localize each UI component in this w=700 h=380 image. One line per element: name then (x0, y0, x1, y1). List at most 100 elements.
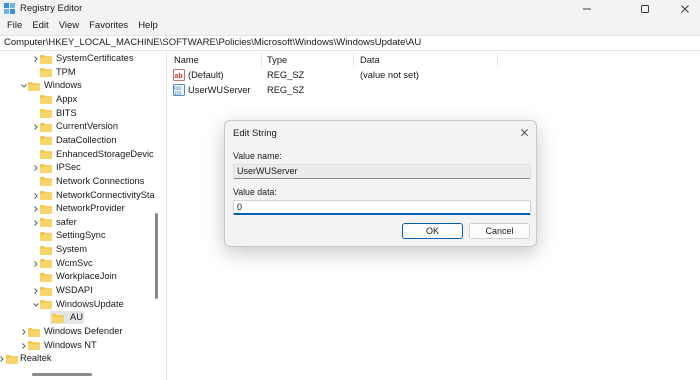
folder-icon (40, 122, 52, 132)
tree-item-windowsupdate[interactable]: WindowsUpdate (0, 298, 158, 312)
title-bar[interactable]: Registry Editor (0, 0, 700, 17)
chevron-right-icon[interactable] (32, 219, 40, 227)
folder-icon (40, 286, 52, 296)
dialog-title: Edit String (233, 128, 277, 139)
chevron-right-icon[interactable] (32, 192, 40, 200)
folder-icon (40, 95, 52, 105)
chevron-down-icon[interactable] (20, 82, 28, 90)
tree-item-label: EnhancedStorageDevic (56, 148, 154, 159)
folder-icon (40, 109, 52, 119)
tree-item-currentversion[interactable]: CurrentVersion (0, 120, 158, 134)
tree-item-datacollection[interactable]: DataCollection (0, 134, 158, 148)
binary-value-icon: 011 110 (173, 84, 185, 96)
tree-item-label: Windows NT (44, 339, 97, 350)
folder-icon (40, 68, 52, 78)
value-name: (Default) (188, 70, 224, 80)
folder-icon (40, 54, 52, 64)
chevron-right-icon[interactable] (32, 260, 40, 268)
chevron-right-icon[interactable] (20, 342, 28, 350)
tree-item-windows-nt[interactable]: Windows NT (0, 339, 158, 353)
menu-help[interactable]: Help (133, 17, 163, 35)
tree-item-ipsec[interactable]: IPSec (0, 161, 158, 175)
menu-view[interactable]: View (54, 17, 84, 35)
tree-item-windows-defender[interactable]: Windows Defender (0, 325, 158, 339)
column-header-type[interactable]: Type (267, 55, 287, 65)
menu-bar: File Edit View Favorites Help (0, 17, 700, 35)
chevron-right-icon[interactable] (32, 205, 40, 213)
folder-icon (28, 327, 40, 337)
folder-icon (40, 218, 52, 228)
tree-item-tpm[interactable]: TPM (0, 66, 158, 80)
close-button[interactable] (662, 0, 700, 17)
tree-item-label: System (56, 244, 87, 255)
column-divider[interactable] (261, 53, 262, 67)
tree-item-wcmsvc[interactable]: WcmSvc (0, 257, 158, 271)
tree-item-workplacejoin[interactable]: WorkplaceJoin (0, 270, 158, 284)
tree-item-label: NetworkProvider (56, 203, 125, 214)
tree-item-networkconnectivitysta[interactable]: NetworkConnectivitySta (0, 189, 158, 203)
tree-item-label: IPSec (56, 162, 81, 173)
tree-item-label: TPM (56, 66, 76, 77)
folder-icon (40, 259, 52, 269)
folder-icon (28, 341, 40, 351)
chevron-right-icon[interactable] (32, 164, 40, 172)
tree-item-label: SettingSync (56, 230, 106, 241)
list-row[interactable]: ab (Default) REG_SZ (value not set) (167, 68, 700, 83)
menu-favorites[interactable]: Favorites (84, 17, 133, 35)
tree-item-label: Network Connections (56, 175, 145, 186)
value-name-field: UserWUServer (233, 164, 531, 179)
window-title: Registry Editor (20, 3, 83, 14)
folder-open-icon (52, 313, 64, 323)
chevron-right-icon[interactable] (32, 123, 40, 131)
value-name-label: Value name: (233, 151, 282, 161)
tree-item-network-connections[interactable]: Network Connections (0, 175, 158, 189)
tree-item-label: Windows (44, 80, 82, 91)
tree-item-settingsync[interactable]: SettingSync (0, 229, 158, 243)
tree-horizontal-scrollbar[interactable] (32, 373, 92, 376)
tree-vertical-scrollbar[interactable] (155, 213, 158, 299)
tree-item-label: safer (56, 216, 77, 227)
folder-icon (40, 177, 52, 187)
value-type: REG_SZ (267, 85, 305, 95)
chevron-right-icon[interactable] (32, 55, 40, 63)
tree-item-label: WorkplaceJoin (56, 271, 117, 282)
tree-item-label: SystemCertificates (56, 53, 134, 63)
tree-item-label: Appx (56, 93, 78, 104)
tree-item-systemcertificates[interactable]: SystemCertificates (0, 52, 158, 66)
menu-file[interactable]: File (2, 17, 27, 35)
chevron-right-icon[interactable] (20, 328, 28, 336)
value-data-input[interactable] (233, 200, 531, 215)
ok-button[interactable]: OK (402, 223, 463, 239)
list-header: Name Type Data (167, 52, 700, 68)
cancel-button[interactable]: Cancel (469, 223, 530, 239)
tree-item-label: AU (70, 312, 83, 323)
dialog-close-button[interactable] (515, 124, 533, 140)
tree-item-au[interactable]: AU (0, 311, 158, 325)
chevron-right-icon[interactable] (32, 287, 40, 295)
folder-icon (40, 245, 52, 255)
column-header-data[interactable]: Data (360, 55, 380, 65)
folder-icon (40, 272, 52, 282)
tree-item-system[interactable]: System (0, 243, 158, 257)
maximize-icon (641, 4, 649, 13)
list-row[interactable]: 011 110 UserWUServer REG_SZ (167, 83, 700, 98)
tree-item-appx[interactable]: Appx (0, 93, 158, 107)
tree-item-windows[interactable]: Windows (0, 79, 158, 93)
address-bar[interactable]: Computer\HKEY_LOCAL_MACHINE\SOFTWARE\Pol… (0, 35, 700, 51)
tree-item-wsdapi[interactable]: WSDAPI (0, 284, 158, 298)
edit-string-dialog: Edit String Value name: UserWUServer Val… (224, 120, 537, 247)
column-divider[interactable] (353, 53, 354, 67)
tree-item-enhancedstoragedevic[interactable]: EnhancedStorageDevic (0, 148, 158, 162)
chevron-down-icon[interactable] (32, 301, 40, 309)
minimize-button[interactable] (564, 0, 610, 17)
tree-item-safer[interactable]: safer (0, 216, 158, 230)
folder-icon (40, 163, 52, 173)
column-divider[interactable] (497, 53, 498, 67)
value-data: (value not set) (360, 70, 419, 80)
menu-edit[interactable]: Edit (27, 17, 53, 35)
tree-item-bits[interactable]: BITS (0, 107, 158, 121)
tree-item-realtek[interactable]: Realtek (0, 352, 158, 366)
tree-item-networkprovider[interactable]: NetworkProvider (0, 202, 158, 216)
tree-item-label: Realtek (20, 353, 52, 364)
column-header-name[interactable]: Name (174, 55, 199, 65)
